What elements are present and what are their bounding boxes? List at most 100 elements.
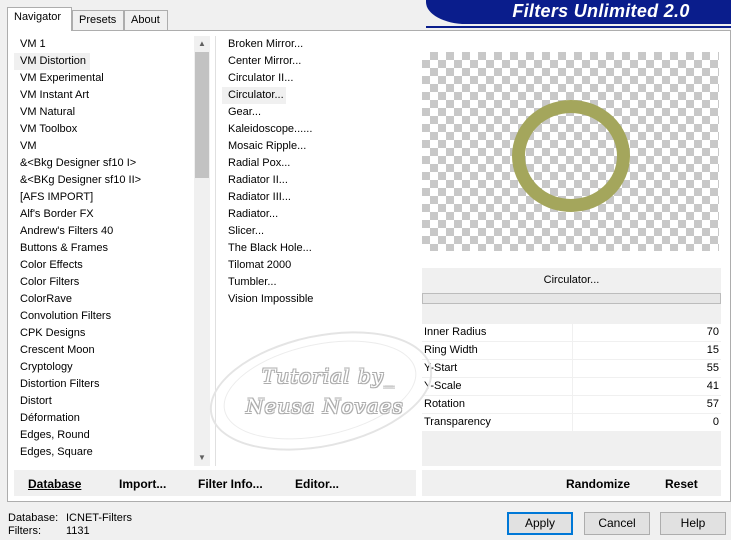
category-item[interactable]: [AFS IMPORT] — [14, 189, 194, 206]
category-item[interactable]: VM Experimental — [14, 70, 194, 87]
filter-item[interactable]: The Black Hole... — [222, 240, 414, 257]
app-title: Filters Unlimited 2.0 — [512, 1, 690, 21]
tab-navigator-label: Navigator — [14, 11, 62, 23]
category-list[interactable]: VM 1 VM Distortion VM Experimental VM Insta… — [14, 36, 194, 464]
category-item[interactable]: VM Distortion — [14, 53, 90, 70]
filter-item[interactable]: Radiator II... — [222, 172, 414, 189]
param-value: 57 — [706, 398, 719, 410]
filter-item[interactable]: Gear... — [222, 104, 414, 121]
title-underline — [426, 26, 731, 28]
param-label: Inner Radius — [424, 326, 487, 338]
param-slider-tick — [572, 378, 573, 396]
tab-about[interactable]: About — [124, 10, 168, 30]
status-filters-label: Filters: — [8, 525, 41, 537]
reset-button-label: Reset — [665, 477, 698, 491]
status-database-value: ICNET-Filters — [66, 512, 132, 524]
cancel-button[interactable]: Cancel — [584, 512, 650, 535]
param-slider-row[interactable]: Rotation 57 — [422, 396, 721, 414]
param-slider-row[interactable]: Y-Scale 41 — [422, 378, 721, 396]
param-slider-tick — [572, 342, 573, 360]
category-item[interactable]: Alf's Border FX — [14, 206, 194, 223]
category-item[interactable]: Color Filters — [14, 274, 194, 291]
filter-item[interactable]: Radiator III... — [222, 189, 414, 206]
filter-item[interactable]: Radial Pox... — [222, 155, 414, 172]
category-item[interactable]: CPK Designs — [14, 325, 194, 342]
param-label: Transparency — [424, 416, 491, 428]
editor-button[interactable]: Editor... — [295, 477, 339, 491]
scroll-down-icon[interactable]: ▼ — [194, 450, 210, 466]
status-database-label: Database: — [8, 512, 59, 524]
filter-item[interactable]: Radiator... — [222, 206, 414, 223]
category-item[interactable]: VM 1 — [14, 36, 194, 53]
tab-navigator[interactable]: Navigator — [7, 7, 72, 31]
current-filter-name: Circulator... — [422, 268, 721, 293]
category-scrollbar[interactable]: ▲ ▼ — [194, 36, 210, 466]
database-button-label: Database — [28, 477, 82, 491]
category-item[interactable]: VM Natural — [14, 104, 194, 121]
filter-item[interactable]: Circulator... — [222, 87, 286, 104]
help-button-label: Help — [680, 516, 706, 530]
category-item[interactable]: Distortion Filters — [14, 376, 194, 393]
category-item[interactable]: Distort — [14, 393, 194, 410]
watermark-line-2: Neusa Novaes — [246, 394, 404, 418]
filter-item[interactable]: Circulator II... — [222, 70, 414, 87]
tab-presets[interactable]: Presets — [72, 10, 124, 30]
filter-item[interactable]: Mosaic Ripple... — [222, 138, 414, 155]
tab-about-label: About — [131, 14, 160, 26]
status-filters-value: 1131 — [66, 525, 90, 537]
category-item[interactable]: VM Instant Art — [14, 87, 194, 104]
filter-item[interactable]: Kaleidoscope...... — [222, 121, 414, 138]
filter-item[interactable]: Slicer... — [222, 223, 414, 240]
filter-item[interactable]: Tilomat 2000 — [222, 257, 414, 274]
filter-info-button[interactable]: Filter Info... — [198, 477, 263, 491]
apply-button-label: Apply — [524, 516, 556, 530]
help-button[interactable]: Help — [660, 512, 726, 535]
param-label: Ring Width — [424, 344, 478, 356]
param-slider-tick — [572, 414, 573, 432]
category-item[interactable]: Andrew's Filters 40 — [14, 223, 194, 240]
scroll-thumb[interactable] — [195, 52, 209, 178]
category-item[interactable]: Déformation — [14, 410, 194, 427]
scroll-up-icon[interactable]: ▲ — [194, 36, 210, 52]
apply-button[interactable]: Apply — [507, 512, 573, 535]
param-slider-tick — [572, 324, 573, 342]
param-slider-tick — [572, 360, 573, 378]
param-slider-row[interactable]: Inner Radius 70 — [422, 324, 721, 342]
param-slider-row[interactable]: Y-Start 55 — [422, 360, 721, 378]
cancel-button-label: Cancel — [598, 516, 636, 530]
param-value: 41 — [706, 380, 719, 392]
param-slider-tick — [572, 396, 573, 414]
category-item[interactable]: Buttons & Frames — [14, 240, 194, 257]
category-item[interactable]: Convolution Filters — [14, 308, 194, 325]
filter-item[interactable]: Broken Mirror... — [222, 36, 414, 53]
category-item[interactable]: &<BKg Designer sf10 II> — [14, 172, 194, 189]
category-item[interactable]: Color Effects — [14, 257, 194, 274]
filter-item[interactable]: Center Mirror... — [222, 53, 414, 70]
param-slider-row[interactable]: Transparency 0 — [422, 414, 721, 432]
randomize-button[interactable]: Randomize — [566, 477, 630, 491]
param-slider-row[interactable]: Ring Width 15 — [422, 342, 721, 360]
category-item[interactable]: Edges, Square — [14, 444, 194, 461]
param-value: 70 — [706, 326, 719, 338]
preview-ring — [512, 100, 630, 212]
tab-presets-label: Presets — [79, 14, 117, 26]
category-item[interactable]: &<Bkg Designer sf10 I> — [14, 155, 194, 172]
category-item[interactable]: Crescent Moon — [14, 342, 194, 359]
category-item[interactable]: ColorRave — [14, 291, 194, 308]
category-item[interactable]: Cryptology — [14, 359, 194, 376]
database-button[interactable]: Database — [28, 477, 81, 491]
filter-info-button-label: Filter Info... — [198, 477, 263, 491]
param-value: 0 — [712, 416, 719, 428]
category-item[interactable]: Edges, Round — [14, 427, 194, 444]
progress-bar — [422, 293, 721, 304]
import-button[interactable]: Import... — [119, 477, 166, 491]
category-item[interactable]: VM Toolbox — [14, 121, 194, 138]
filter-item[interactable]: Tumbler... — [222, 274, 414, 291]
param-label: Rotation — [424, 398, 465, 410]
watermark-line-1: Tutorial by_ — [262, 364, 396, 388]
filter-item[interactable]: Vision Impossible — [222, 291, 414, 308]
param-value: 15 — [706, 344, 719, 356]
param-value: 55 — [706, 362, 719, 374]
category-item[interactable]: VM — [14, 138, 194, 155]
reset-button[interactable]: Reset — [665, 477, 698, 491]
